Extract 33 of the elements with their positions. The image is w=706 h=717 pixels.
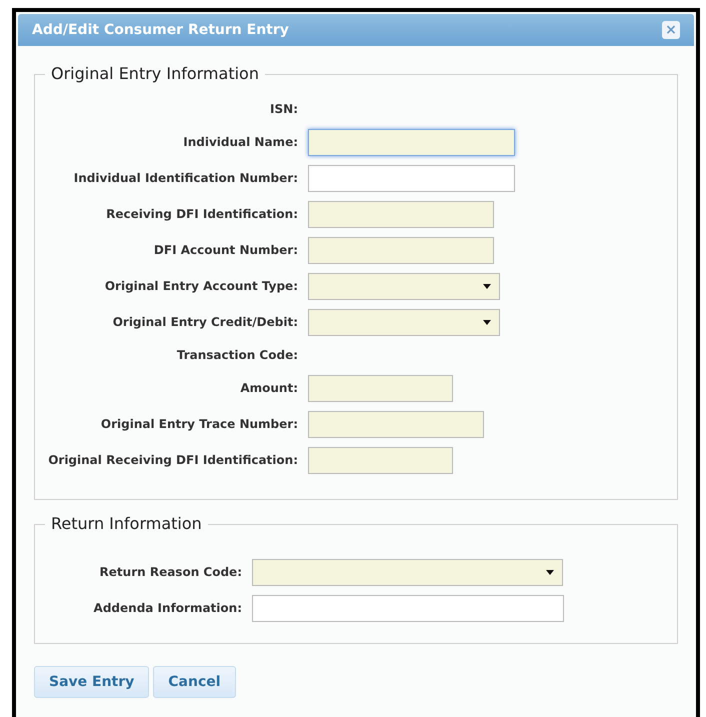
field-label: DFI Account Number:	[152, 242, 299, 259]
field-label: Original Entry Trace Number:	[100, 416, 299, 433]
field-label: Original Entry Credit/Debit:	[112, 314, 299, 331]
save-button[interactable]: Save Entry	[34, 666, 150, 698]
cancel-button[interactable]: Cancel	[153, 666, 236, 698]
close-button[interactable]: ×	[662, 21, 680, 39]
dropdown-field[interactable]	[308, 308, 500, 336]
field-label: Original Receiving DFI Identification:	[47, 452, 299, 469]
caret-down-icon	[546, 570, 554, 574]
field-label: Addenda Information:	[92, 600, 243, 617]
dropdown-field[interactable]	[308, 272, 500, 300]
text-field[interactable]	[252, 594, 564, 622]
text-field[interactable]	[308, 128, 515, 156]
field-label: Amount:	[239, 380, 299, 397]
dropdown-field[interactable]	[252, 558, 563, 586]
field-label: Return Reason Code:	[98, 564, 243, 581]
section-legend: Return Information	[45, 512, 208, 536]
field-label: Original Entry Account Type:	[104, 278, 299, 295]
text-field[interactable]	[308, 236, 494, 264]
text-field[interactable]	[308, 200, 494, 228]
field-label: Individual Identification Number:	[72, 170, 299, 187]
field-label: ISN:	[269, 101, 299, 118]
text-field[interactable]	[308, 374, 453, 402]
text-field[interactable]	[308, 410, 484, 438]
section-legend: Original Entry Information	[45, 62, 265, 86]
caret-down-icon	[483, 284, 491, 288]
field-label: Individual Name:	[182, 134, 299, 151]
caret-down-icon	[483, 320, 491, 324]
text-field[interactable]	[308, 446, 453, 474]
text-field[interactable]	[308, 164, 515, 192]
window-title: Add/Edit Consumer Return Entry	[32, 20, 289, 40]
field-label: Transaction Code:	[176, 347, 299, 364]
field-label: Receiving DFI Identification:	[105, 206, 299, 223]
